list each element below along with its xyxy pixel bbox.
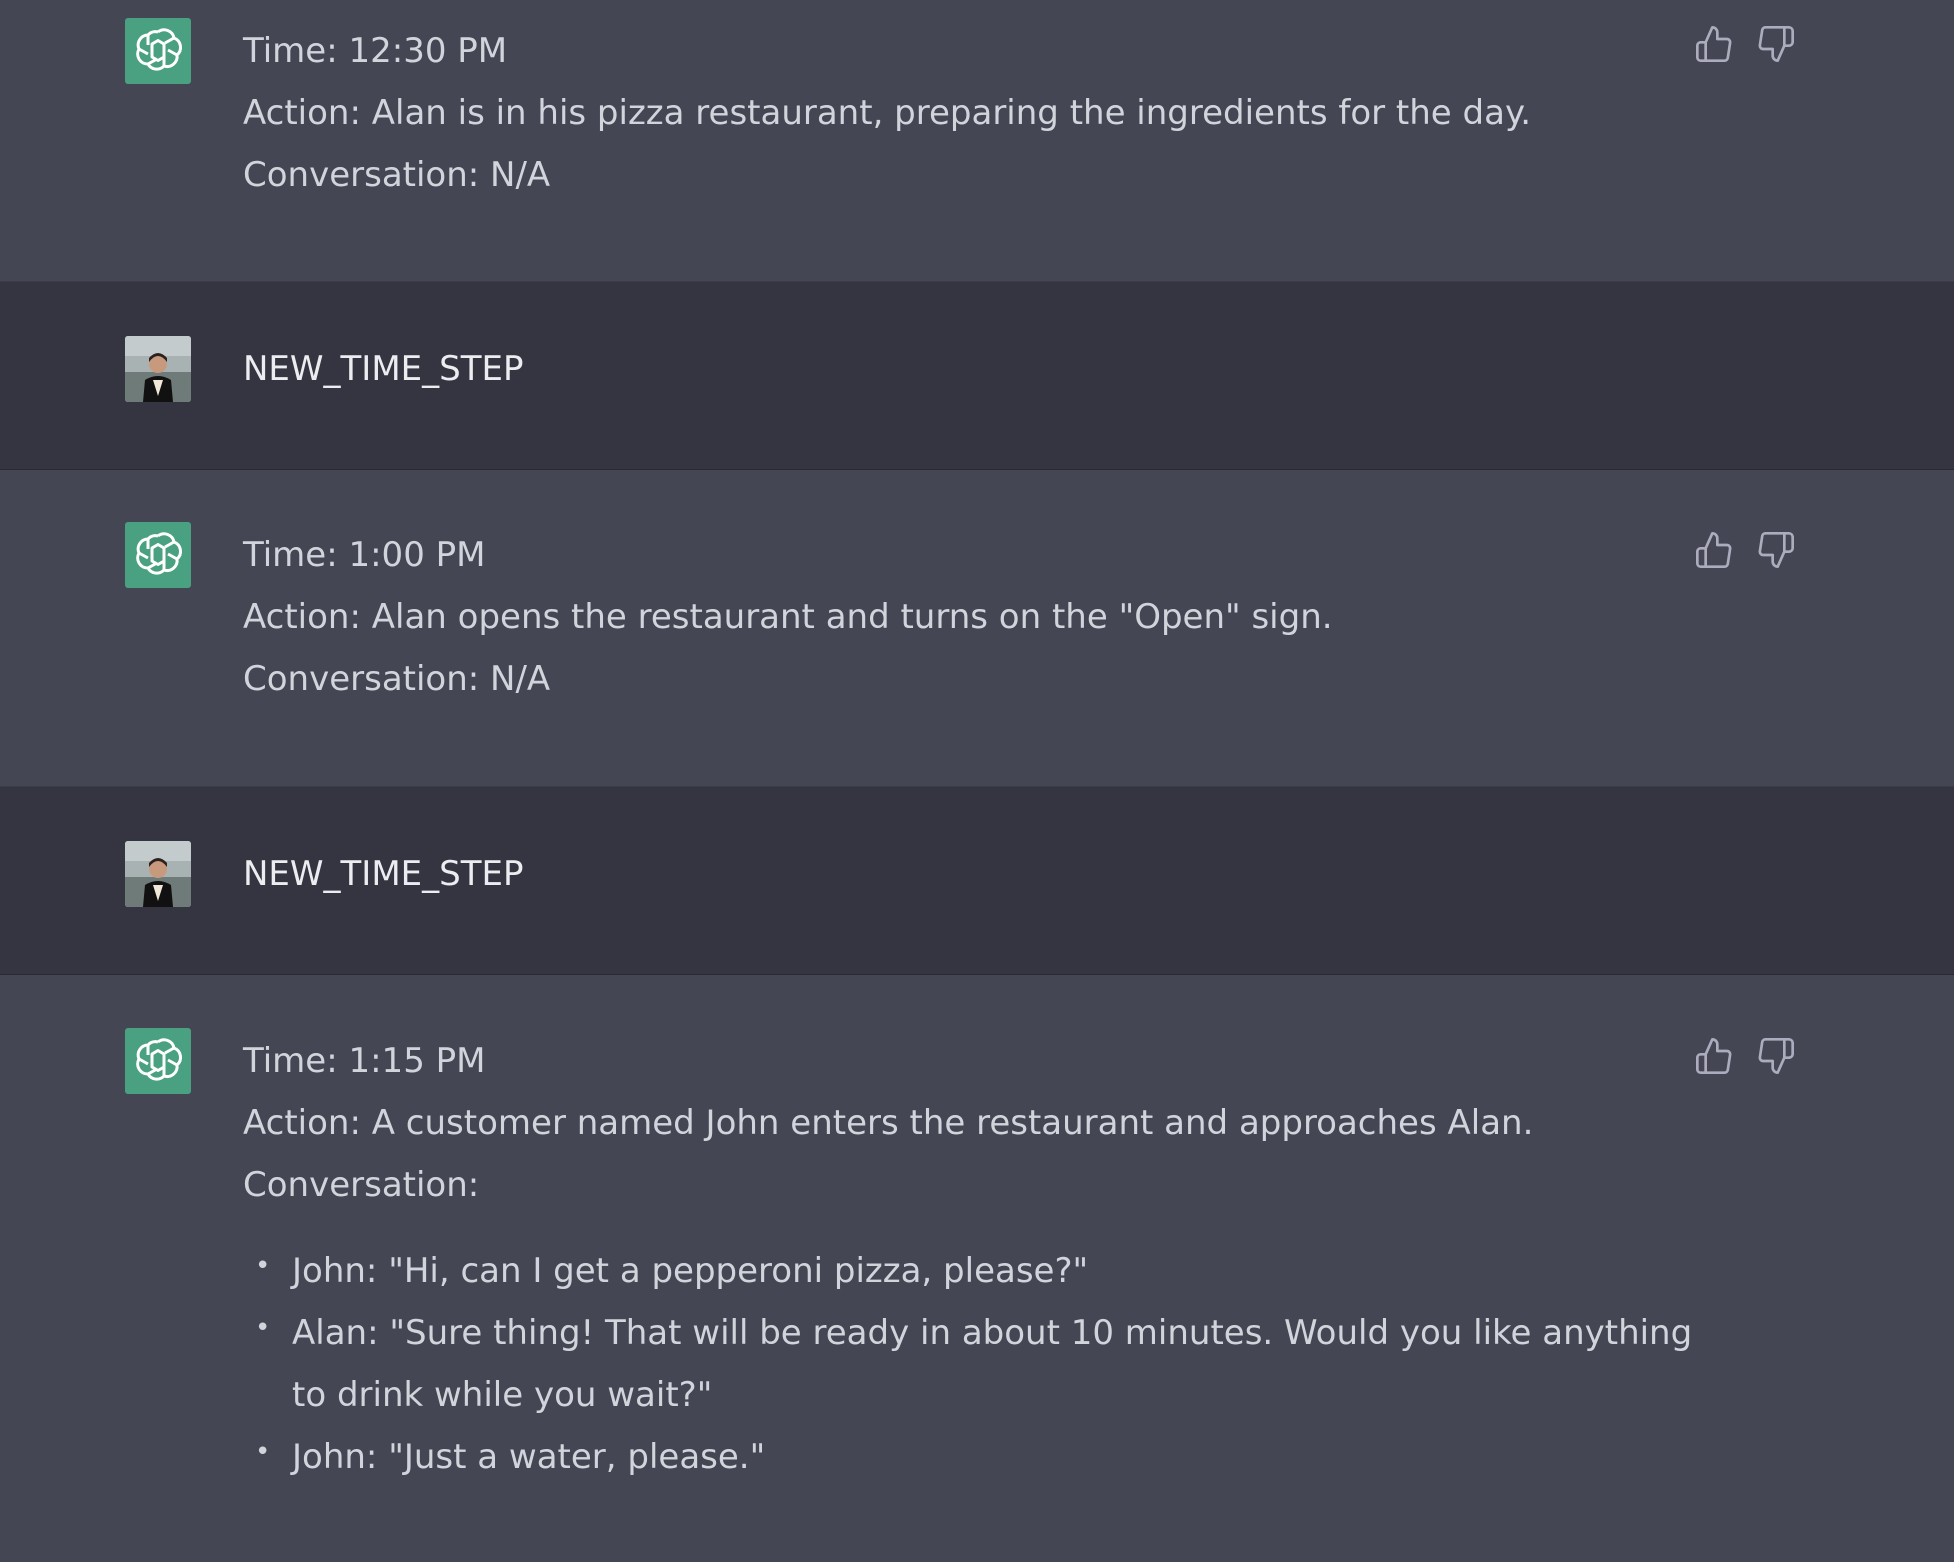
user-message-content: NEW_TIME_STEP [243,843,1703,905]
openai-logo-icon [125,522,191,588]
conversation-text: Conversation: N/A [243,659,551,699]
assistant-message: Time: 1:15 PM Action: A customer named J… [0,975,1954,1562]
openai-logo-icon [125,1028,191,1094]
feedback-buttons [1694,530,1804,574]
dialogue-line: John: "Hi, can I get a pepperoni pizza, … [292,1251,1089,1291]
action-text: Action: Alan opens the restaurant and tu… [243,597,1333,637]
conversation-text: Conversation: N/A [243,155,551,195]
user-message-text: NEW_TIME_STEP [243,854,524,894]
action-text: Action: Alan is in his pizza restaurant,… [243,93,1532,133]
time-text: Time: 12:30 PM [243,31,508,71]
bullet-icon: • [255,1251,271,1281]
user-message-text: NEW_TIME_STEP [243,349,524,389]
bullet-icon: • [255,1313,271,1343]
assistant-message-content: Time: 12:30 PM Action: Alan is in his pi… [243,20,1703,206]
dialogue-line: John: "Just a water, please." [292,1437,766,1477]
user-message: NEW_TIME_STEP [0,282,1954,470]
list-item: • John: "Hi, can I get a pepperoni pizza… [243,1240,1712,1302]
user-message-content: NEW_TIME_STEP [243,338,1703,400]
user-photo-avatar [125,841,191,907]
assistant-message-content: Time: 1:15 PM Action: A customer named J… [243,1030,1703,1488]
thumbs-down-icon[interactable] [1756,530,1800,574]
openai-logo-icon [125,18,191,84]
thumbs-up-icon[interactable] [1694,530,1738,574]
action-text: Action: A customer named John enters the… [243,1103,1534,1143]
thumbs-up-icon[interactable] [1694,1036,1738,1080]
thumbs-down-icon[interactable] [1756,24,1800,68]
list-item: • John: "Just a water, please." [243,1426,1712,1488]
dialogue-line: Alan: "Sure thing! That will be ready in… [292,1313,1693,1415]
thumbs-up-icon[interactable] [1694,24,1738,68]
assistant-message-content: Time: 1:00 PM Action: Alan opens the res… [243,524,1703,710]
thumbs-down-icon[interactable] [1756,1036,1800,1080]
dialogue-list: • John: "Hi, can I get a pepperoni pizza… [243,1240,1703,1488]
conversation-text: Conversation: [243,1165,480,1205]
list-item: • Alan: "Sure thing! That will be ready … [243,1302,1712,1426]
user-photo-avatar [125,336,191,402]
assistant-message: Time: 1:00 PM Action: Alan opens the res… [0,470,1954,787]
time-text: Time: 1:15 PM [243,1041,486,1081]
time-text: Time: 1:00 PM [243,535,486,575]
user-message: NEW_TIME_STEP [0,787,1954,975]
feedback-buttons [1694,1036,1804,1080]
assistant-message: Time: 12:30 PM Action: Alan is in his pi… [0,0,1954,282]
bullet-icon: • [255,1437,271,1467]
feedback-buttons [1694,24,1804,68]
